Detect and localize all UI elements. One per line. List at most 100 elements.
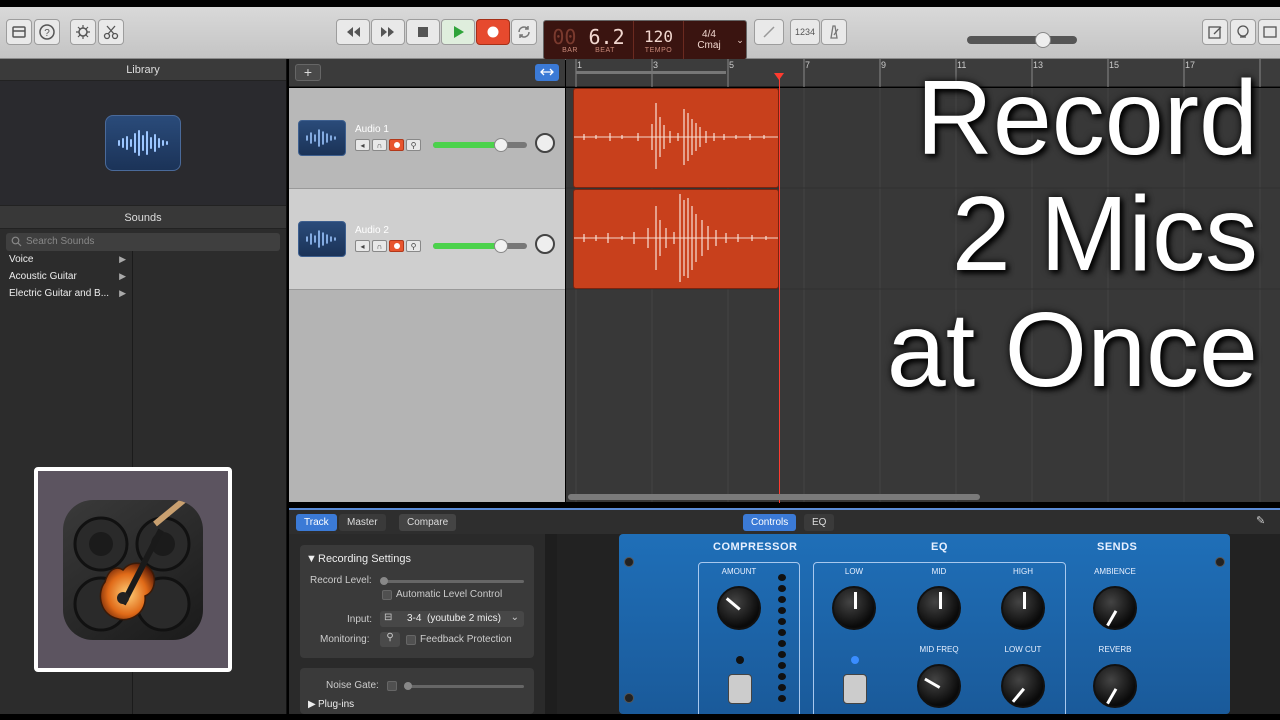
sounds-search-input[interactable]: Search Sounds [6,233,280,251]
mute-button[interactable]: ◂ [355,240,370,252]
tab-controls[interactable]: Controls [743,514,797,531]
media-browser-button[interactable] [1258,19,1280,45]
compressor-title: COMPRESSOR [713,541,798,553]
record-level-slider[interactable] [382,580,524,583]
track-waveform-icon [298,120,346,156]
high-label: HIGH [1013,567,1033,576]
solo-button[interactable]: ∩ [372,240,387,252]
category-voice[interactable]: Voice ▶ [0,251,132,268]
bar-label: BAR [562,46,578,54]
eq-high-knob[interactable] [1001,586,1045,630]
signature-readout: 4/4 Cmaj [684,21,734,59]
metronome-button[interactable] [821,19,847,45]
auto-level-checkbox[interactable] [382,590,392,600]
tab-compare[interactable]: Compare [399,514,457,531]
ambience-label: AMBIENCE [1094,567,1136,576]
low-cut-knob[interactable] [1001,664,1045,708]
master-volume-slider[interactable] [967,36,1077,44]
record-dot-icon [393,243,400,249]
rewind-button[interactable] [336,19,370,45]
eq-toggle[interactable] [843,674,867,704]
record-level-label: Record Level: [310,575,372,586]
add-track-button[interactable]: + [295,64,321,81]
noise-gate-checkbox[interactable] [387,681,397,691]
fast-forward-button[interactable] [371,19,405,45]
solo-button[interactable]: ∩ [372,139,387,151]
track-audio-1[interactable]: Audio 1 ◂ ∩ ⚲ [289,88,565,189]
track-name[interactable]: Audio 2 [355,225,389,236]
tuner-button[interactable] [754,19,784,45]
bottom-black-band [0,714,1280,720]
horizontal-scrollbar[interactable] [568,494,980,500]
audio-region-2[interactable] [573,189,779,289]
audio-region-1[interactable] [573,88,779,188]
rewind-icon [347,27,360,37]
record-enable-button[interactable] [389,139,404,151]
track-volume-slider[interactable] [433,138,527,152]
library-button[interactable] [6,19,32,45]
bar-value: 00 [552,24,577,49]
garageband-thumbnail [34,467,232,672]
count-in-button[interactable]: 1234 [790,19,820,45]
help-button[interactable]: ? [34,19,60,45]
input-monitor-button[interactable]: ⚲ [406,139,421,151]
mid-freq-label: MID FREQ [919,645,959,654]
note-pad-button[interactable] [1202,19,1228,45]
catch-playhead-icon [540,68,554,76]
mid-freq-knob[interactable] [917,664,961,708]
ruler-bar-1: 1 [577,60,583,70]
noise-gate-slider[interactable] [404,685,524,688]
editor-divider [545,534,557,714]
track-volume-knob[interactable] [493,239,508,253]
record-button[interactable] [476,19,510,45]
tab-eq[interactable]: EQ [804,514,835,531]
loop-browser-button[interactable] [1230,19,1256,45]
record-enable-button[interactable] [389,240,404,252]
overlay-line-2: 2 Mics [951,175,1258,293]
ambience-knob[interactable] [1093,586,1137,630]
reverb-knob[interactable] [1093,664,1137,708]
track-volume-knob[interactable] [493,138,508,152]
lcd-display[interactable]: 00 6.2 BAR BEAT 120 TEMPO 4/4 Cmaj ⌄ [543,20,747,60]
master-volume-knob[interactable] [1035,32,1051,48]
headphones-icon: ∩ [376,140,383,150]
play-button[interactable] [441,19,475,45]
feedback-protection-checkbox[interactable] [406,635,416,645]
amount-knob[interactable] [717,586,761,630]
compressor-toggle[interactable] [728,674,752,704]
eq-mid-knob[interactable] [917,586,961,630]
search-placeholder: Search Sounds [26,236,95,247]
stop-button[interactable] [406,19,440,45]
mute-button[interactable]: ◂ [355,139,370,151]
track-name[interactable]: Audio 1 [355,124,389,135]
eq-low-knob[interactable] [832,586,876,630]
category-acoustic-guitar[interactable]: Acoustic Guitar ▶ [0,268,132,285]
disclosure-triangle-icon[interactable]: ▼ [306,553,317,565]
track-volume-slider[interactable] [433,239,527,253]
edit-pencil-icon[interactable]: ✎ [1256,514,1272,530]
tab-track[interactable]: Track [296,514,337,531]
cycle-button[interactable] [511,19,537,45]
playhead[interactable] [779,73,780,503]
tab-master[interactable]: Master [339,514,386,531]
library-icon [12,26,26,38]
smart-controls-header: Track Master Compare Controls EQ ✎ [289,508,1280,534]
track-audio-2[interactable]: Audio 2 ◂ ∩ ⚲ [289,189,565,290]
input-monitor-button[interactable]: ⚲ [406,240,421,252]
category-electric-guitar[interactable]: Electric Guitar and B... ▶ [0,285,132,302]
pan-knob[interactable] [535,234,555,254]
screw-icon [1215,557,1225,567]
monitoring-label: Monitoring: [320,634,370,645]
disclosure-triangle-icon[interactable]: ▶ [308,699,316,710]
top-black-band [0,0,1280,7]
input-select[interactable]: ⊟ 3-4 (youtube 2 mics) ⌄ [380,611,524,627]
pan-knob[interactable] [535,133,555,153]
record-level-knob[interactable] [380,577,388,585]
editors-button[interactable] [98,19,124,45]
smart-controls-button[interactable] [70,19,96,45]
compressor-meter [778,574,790,702]
lcd-dropdown-icon[interactable]: ⌄ [734,21,746,59]
catch-playhead-button[interactable] [535,64,559,81]
noise-gate-knob[interactable] [404,682,412,690]
monitoring-button[interactable]: ⚲ [380,632,400,647]
